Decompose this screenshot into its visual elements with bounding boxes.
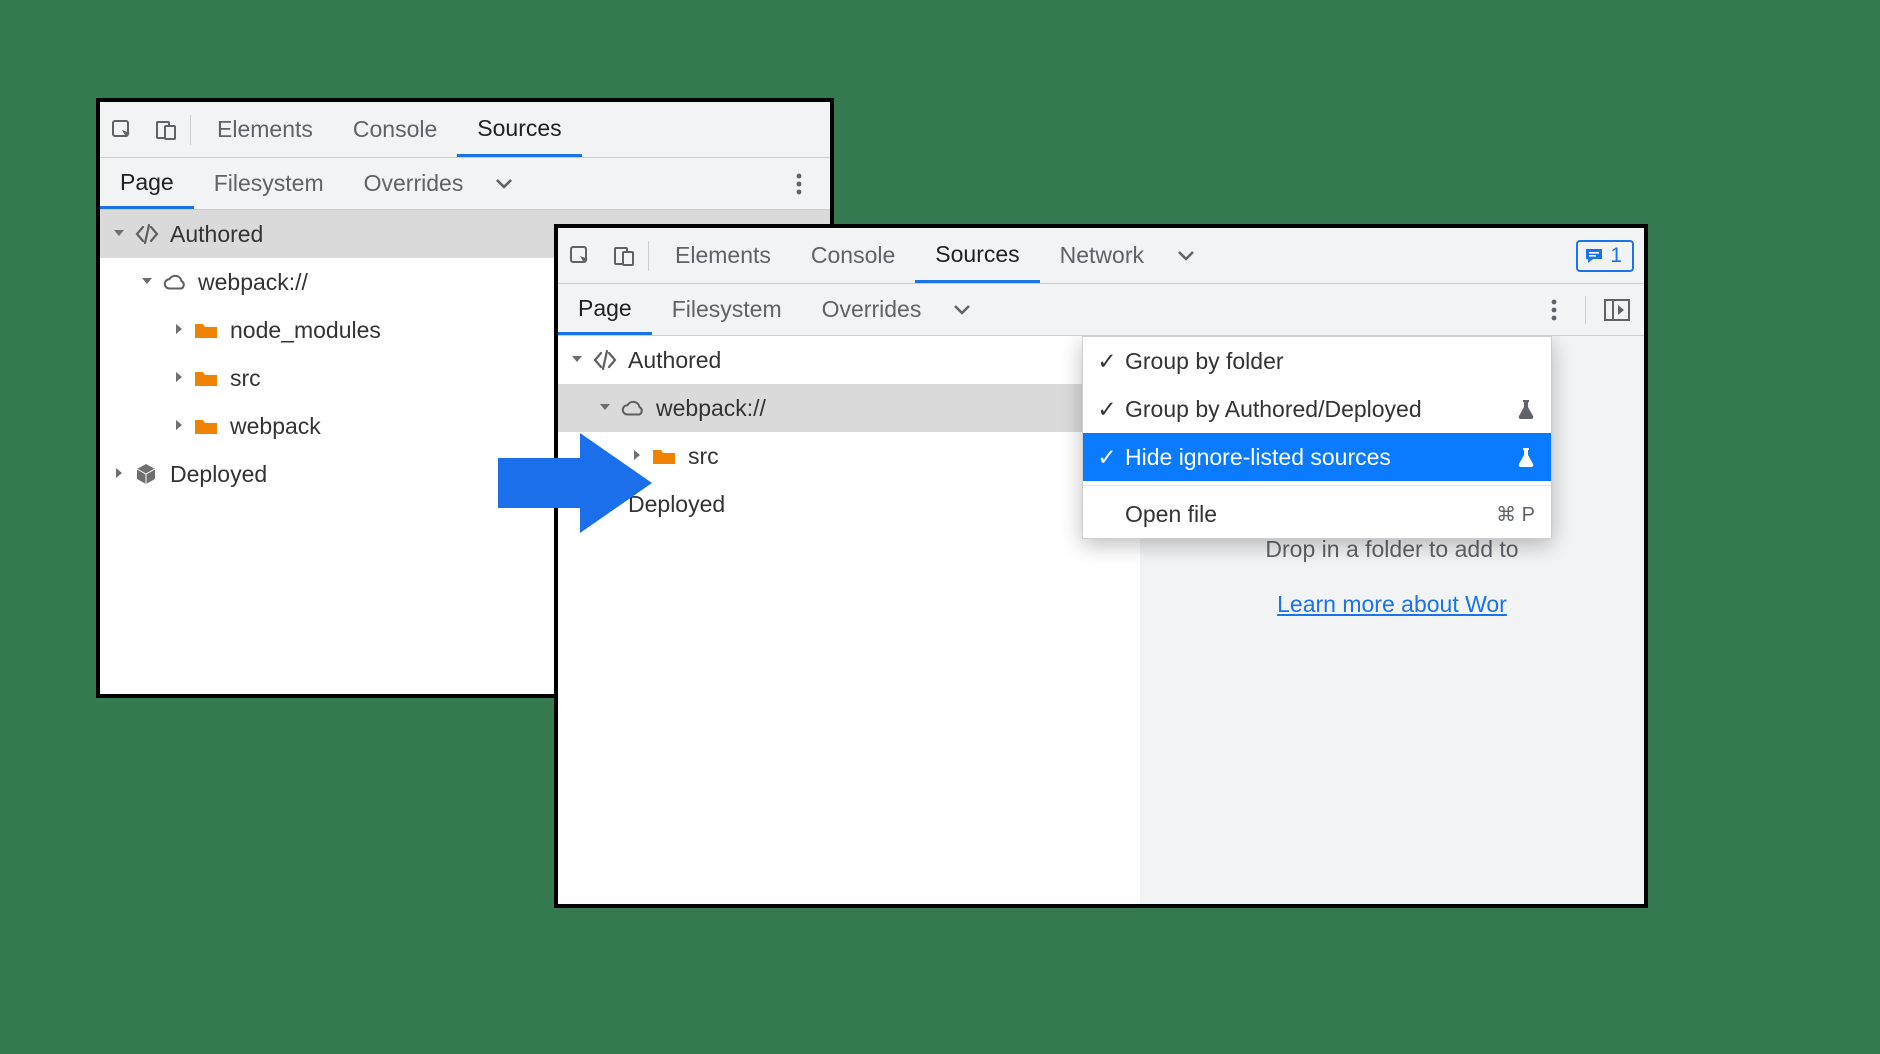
- tab-sources[interactable]: Sources: [915, 228, 1039, 283]
- kebab-menu-icon[interactable]: [778, 172, 820, 196]
- cloud-icon: [620, 395, 646, 421]
- tree-label: src: [230, 365, 261, 392]
- subtab-page[interactable]: Page: [558, 284, 652, 335]
- learn-more-link[interactable]: Learn more about Wor: [1277, 591, 1507, 617]
- tab-network[interactable]: Network: [1040, 228, 1164, 283]
- chevron-right-icon: [172, 418, 188, 434]
- chevron-down-icon: [570, 352, 586, 368]
- flask-icon: [1517, 399, 1535, 419]
- top-tabbar: Elements Console Sources: [100, 102, 830, 158]
- issues-count: 1: [1610, 244, 1622, 268]
- tree-label: node_modules: [230, 317, 381, 344]
- device-toggle-icon[interactable]: [144, 102, 188, 158]
- arrow-icon: [490, 428, 660, 538]
- divider: [190, 115, 191, 145]
- cube-icon: [134, 461, 160, 487]
- chevron-down-icon: [140, 274, 156, 290]
- menu-label: Open file: [1125, 501, 1466, 528]
- subtab-overrides[interactable]: Overrides: [802, 284, 942, 335]
- tab-sources[interactable]: Sources: [457, 102, 581, 157]
- sources-subtabbar: Page Filesystem Overrides: [100, 158, 830, 210]
- divider: [1585, 296, 1586, 324]
- tab-console[interactable]: Console: [791, 228, 915, 283]
- dropzone-text: Drop in a folder to add to: [1140, 536, 1644, 563]
- chevron-down-icon: [598, 400, 614, 416]
- more-tabs-icon[interactable]: [483, 174, 525, 194]
- menu-separator: [1083, 485, 1551, 486]
- divider: [648, 241, 649, 271]
- chevron-right-icon: [172, 370, 188, 386]
- folder-icon: [194, 365, 220, 391]
- cloud-icon: [162, 269, 188, 295]
- devtools-panel-after: Elements Console Sources Network 1 Page …: [554, 224, 1648, 908]
- tab-elements[interactable]: Elements: [655, 228, 791, 283]
- chevron-right-icon: [172, 322, 188, 338]
- tree-label: Authored: [170, 221, 263, 248]
- flask-icon: [1517, 447, 1535, 467]
- code-icon: [134, 221, 160, 247]
- inspect-icon[interactable]: [100, 102, 144, 158]
- folder-icon: [194, 413, 220, 439]
- more-tabs-icon[interactable]: [1164, 228, 1208, 284]
- tree-label: webpack://: [198, 269, 308, 296]
- navigator-context-menu: ✓ Group by folder ✓ Group by Authored/De…: [1082, 336, 1552, 539]
- tab-elements[interactable]: Elements: [197, 102, 333, 157]
- menu-open-file[interactable]: Open file ⌘ P: [1083, 490, 1551, 538]
- show-navigator-icon[interactable]: [1596, 299, 1638, 321]
- issues-counter[interactable]: 1: [1576, 240, 1634, 272]
- kebab-menu-icon[interactable]: [1533, 298, 1575, 322]
- menu-hide-ignore-listed[interactable]: ✓ Hide ignore-listed sources: [1083, 433, 1551, 481]
- folder-icon: [194, 317, 220, 343]
- check-icon: ✓: [1095, 396, 1119, 423]
- tree-label: webpack: [230, 413, 321, 440]
- menu-label: Group by Authored/Deployed: [1125, 396, 1509, 423]
- top-tabbar: Elements Console Sources Network 1: [558, 228, 1644, 284]
- tree-label: Deployed: [170, 461, 267, 488]
- menu-group-by-authored[interactable]: ✓ Group by Authored/Deployed: [1083, 385, 1551, 433]
- inspect-icon[interactable]: [558, 228, 602, 284]
- chat-icon: [1584, 246, 1604, 266]
- subtab-page[interactable]: Page: [100, 158, 194, 209]
- menu-label: Group by folder: [1125, 348, 1535, 375]
- chevron-right-icon: [112, 466, 128, 482]
- sources-subtabbar: Page Filesystem Overrides: [558, 284, 1644, 336]
- chevron-down-icon: [112, 226, 128, 242]
- tree-label: webpack://: [656, 395, 766, 422]
- menu-group-by-folder[interactable]: ✓ Group by folder: [1083, 337, 1551, 385]
- check-icon: ✓: [1095, 348, 1119, 375]
- subtab-filesystem[interactable]: Filesystem: [652, 284, 802, 335]
- more-tabs-icon[interactable]: [941, 300, 983, 320]
- code-icon: [592, 347, 618, 373]
- device-toggle-icon[interactable]: [602, 228, 646, 284]
- tab-console[interactable]: Console: [333, 102, 457, 157]
- menu-shortcut: ⌘ P: [1496, 502, 1535, 527]
- menu-label: Hide ignore-listed sources: [1125, 444, 1509, 471]
- check-icon: ✓: [1095, 444, 1119, 471]
- subtab-overrides[interactable]: Overrides: [344, 158, 484, 209]
- file-tree: Drop in a folder to add to Learn more ab…: [558, 336, 1644, 904]
- tree-label: src: [688, 443, 719, 470]
- tree-label: Authored: [628, 347, 721, 374]
- subtab-filesystem[interactable]: Filesystem: [194, 158, 344, 209]
